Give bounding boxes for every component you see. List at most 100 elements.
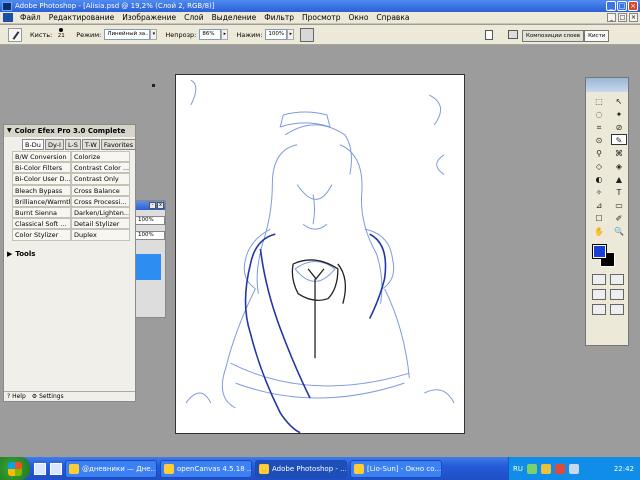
full-screen-button[interactable] — [592, 304, 606, 315]
start-button[interactable] — [0, 457, 30, 480]
tab-layer-comps[interactable]: Композиции слоев — [522, 30, 585, 42]
filter-item[interactable]: Cross Processi... — [71, 195, 130, 207]
taskbar-item-browser[interactable]: @дневники — Дне... — [65, 459, 157, 478]
opacity-arrow-icon[interactable]: ▸ — [221, 29, 229, 40]
filter-item[interactable]: Cross Balance — [71, 184, 130, 196]
menu-image[interactable]: Изображение — [118, 13, 180, 22]
tools-section[interactable]: ▶ Tools — [4, 250, 135, 258]
blur-tool-icon[interactable]: ◐ — [591, 173, 607, 184]
tools-palette-header[interactable] — [586, 78, 628, 92]
filter-item[interactable]: Duplex — [71, 229, 130, 241]
menu-window[interactable]: Окно — [344, 13, 372, 22]
tab-brushes[interactable]: Кисти — [584, 30, 610, 42]
panel-minimize-icon[interactable]: - — [149, 202, 156, 209]
eraser-tool-icon[interactable]: ◇ — [591, 160, 607, 171]
mode-select[interactable]: Линейный за... — [104, 29, 151, 40]
filter-item[interactable]: Bi-Color Filters — [12, 162, 71, 174]
menu-help[interactable]: Справка — [372, 13, 413, 22]
collapse-triangle-icon[interactable]: ▼ — [7, 125, 12, 137]
stamp-tool-icon[interactable]: ⚲ — [591, 147, 607, 158]
layer-opacity-field[interactable]: 100% — [135, 216, 165, 225]
menu-filter[interactable]: Фильтр — [260, 13, 298, 22]
language-indicator[interactable]: RU — [513, 465, 523, 473]
filter-item[interactable]: Bleach Bypass — [12, 184, 71, 196]
notes-tool-icon[interactable]: ☐ — [591, 212, 607, 223]
paint-bucket-tool-icon[interactable]: ◈ — [611, 160, 627, 171]
quick-mask-button[interactable] — [610, 274, 624, 285]
brush-tool-icon[interactable] — [8, 27, 22, 42]
opacity-field[interactable]: 86% — [199, 29, 222, 40]
expand-triangle-icon[interactable]: ▶ — [7, 250, 12, 258]
standard-screen-button[interactable] — [592, 289, 606, 300]
tab-dy-i[interactable]: Dy-I — [44, 139, 64, 150]
pen-tool-icon[interactable]: ✧ — [591, 186, 607, 197]
menu-view[interactable]: Просмотр — [298, 13, 345, 22]
quick-launch-icon[interactable] — [50, 462, 62, 475]
magic-wand-tool-icon[interactable]: ✦ — [611, 108, 627, 119]
healing-tool-icon[interactable]: ⊙ — [591, 134, 607, 145]
palette-dock-icon[interactable] — [508, 30, 518, 39]
help-link[interactable]: ? Help — [7, 392, 26, 401]
history-brush-tool-icon[interactable]: ⌘ — [611, 147, 627, 158]
filter-item[interactable]: Contrast Only — [71, 173, 130, 185]
zoom-tool-icon[interactable]: 🔍 — [611, 225, 627, 236]
brush-preset-picker[interactable]: 21 — [54, 27, 68, 43]
filter-item[interactable]: Burnt Sienna — [12, 206, 71, 219]
taskbar-item-photoshop[interactable]: Adobe Photoshop - ... — [255, 459, 347, 478]
layer-thumbnail[interactable] — [135, 254, 161, 280]
doc-minimize-button[interactable]: _ — [607, 13, 616, 22]
taskbar-item-opencanvas[interactable]: openCanvas 4.5.18 ... — [160, 459, 252, 478]
filter-item[interactable]: B/W Conversion — [12, 151, 71, 163]
file-browser-icon[interactable] — [485, 30, 493, 40]
foreground-color-swatch[interactable] — [592, 244, 607, 259]
tab-t-w[interactable]: T-W — [81, 139, 100, 150]
filter-item[interactable]: Bi-Color User D... — [12, 173, 71, 185]
lasso-tool-icon[interactable]: ◌ — [591, 108, 607, 119]
tray-icon[interactable] — [527, 463, 537, 474]
slice-tool-icon[interactable]: ⊘ — [611, 121, 627, 132]
marquee-tool-icon[interactable]: ⬚ — [591, 95, 607, 106]
tray-icon[interactable] — [541, 463, 551, 474]
airbrush-toggle[interactable] — [300, 27, 315, 42]
eyedropper-tool-icon[interactable]: ✐ — [611, 212, 627, 223]
volume-icon[interactable] — [569, 463, 579, 474]
document-canvas[interactable] — [175, 74, 465, 434]
path-select-tool-icon[interactable]: ⊿ — [591, 199, 607, 210]
standard-mode-button[interactable] — [592, 274, 606, 285]
minimize-button[interactable]: _ — [606, 1, 616, 11]
panel-close-icon[interactable]: x — [157, 202, 164, 209]
dodge-tool-icon[interactable]: ▲ — [611, 173, 627, 184]
rectangle-tool-icon[interactable]: ▭ — [611, 199, 627, 210]
menu-file[interactable]: Файл — [16, 13, 45, 22]
flow-arrow-icon[interactable]: ▸ — [287, 29, 295, 40]
filter-item[interactable]: Contrast Color ... — [71, 162, 130, 174]
move-tool-icon[interactable]: ↖ — [611, 95, 627, 106]
filter-item[interactable]: Darken/Lighten... — [71, 206, 130, 219]
doc-restore-button[interactable]: □ — [618, 13, 627, 22]
close-button[interactable]: × — [628, 1, 638, 11]
tab-b-du[interactable]: B-Du — [22, 139, 44, 150]
taskbar-item-chat[interactable]: [Lio-Sun] - Окно со... — [350, 459, 442, 478]
color-efex-header[interactable]: ▼ Color Efex Pro 3.0 Complete — [4, 125, 135, 137]
jump-to-imageready-button[interactable] — [610, 304, 624, 315]
tab-favorites[interactable]: Favorites — [100, 139, 137, 150]
crop-tool-icon[interactable]: ⌗ — [591, 121, 607, 132]
type-tool-icon[interactable]: T — [611, 186, 627, 197]
chevron-down-icon[interactable]: ▾ — [150, 29, 158, 40]
brush-tool-palette-icon[interactable]: ✎ — [611, 134, 627, 145]
tab-l-s[interactable]: L-S — [64, 139, 81, 150]
clock[interactable]: 22:42 — [614, 465, 634, 473]
filter-item[interactable]: Color Stylizer — [12, 229, 71, 241]
flow-field[interactable]: 100% — [265, 29, 288, 40]
hand-tool-icon[interactable]: ✋ — [591, 225, 607, 236]
layer-fill-field[interactable]: 100% — [135, 231, 165, 240]
full-screen-menu-button[interactable] — [610, 289, 624, 300]
filter-item[interactable]: Brilliance/Warmth — [12, 195, 71, 207]
document-icon[interactable] — [3, 13, 13, 22]
settings-link[interactable]: ⚙ Settings — [32, 392, 64, 401]
menu-select[interactable]: Выделение — [208, 13, 261, 22]
filter-item[interactable]: Detail Stylizer — [71, 218, 130, 230]
filter-item[interactable]: Classical Soft ... — [12, 218, 71, 230]
show-desktop-icon[interactable] — [34, 462, 46, 475]
tray-icon[interactable] — [555, 463, 565, 474]
